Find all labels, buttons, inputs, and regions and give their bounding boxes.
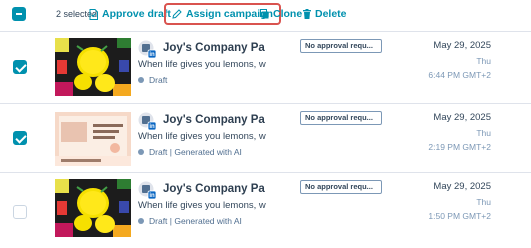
post-status: Draft [138, 75, 167, 85]
approval-status-badge: No approval requ... [300, 111, 382, 125]
post-status: Draft | Generated with AI [138, 216, 242, 226]
svg-text:in: in [149, 124, 155, 130]
table-row[interactable]: in Joy's Company Page When life gives yo… [0, 31, 531, 99]
publish-weekday: Thu [476, 197, 491, 207]
row-checkbox[interactable] [13, 60, 27, 74]
approval-status-badge: No approval requ... [300, 39, 382, 53]
post-thumbnail-lemons[interactable] [55, 179, 131, 237]
status-label: Draft [149, 75, 168, 85]
clone-icon [260, 9, 269, 19]
svg-text:in: in [149, 52, 155, 58]
publish-time: 1:50 PM GMT+2 [428, 211, 491, 221]
linkedin-avatar-icon: in [138, 112, 156, 130]
linkedin-avatar-icon: in [138, 181, 156, 199]
bulk-actions-toolbar: 2 selected Approve draft Assign campaign… [0, 0, 531, 30]
status-dot-icon [138, 77, 144, 83]
status-label: Draft | Generated with AI [149, 216, 242, 226]
linkedin-avatar-icon: in [138, 40, 156, 58]
table-row[interactable]: in Joy's Company Page When life gives yo… [0, 172, 531, 240]
publish-date: May 29, 2025 [433, 40, 491, 51]
trash-icon [303, 9, 311, 19]
post-status: Draft | Generated with AI [138, 147, 242, 157]
publish-time: 2:19 PM GMT+2 [428, 142, 491, 152]
row-checkbox[interactable] [13, 131, 27, 145]
post-text: When life gives you lemons, wh [138, 131, 266, 142]
page-name[interactable]: Joy's Company Page [163, 114, 265, 126]
status-dot-icon [138, 149, 144, 155]
publish-weekday: Thu [476, 128, 491, 138]
page-name[interactable]: Joy's Company Page [163, 42, 265, 54]
status-label: Draft | Generated with AI [149, 147, 242, 157]
approve-draft-label: Approve draft [102, 8, 171, 20]
delete-button[interactable]: Delete [303, 4, 347, 24]
svg-text:in: in [149, 193, 155, 199]
publish-time: 6:44 PM GMT+2 [428, 70, 491, 80]
post-text: When life gives you lemons, wh [138, 200, 266, 211]
publish-date: May 29, 2025 [433, 112, 491, 123]
row-checkbox[interactable] [13, 205, 27, 219]
publish-date: May 29, 2025 [433, 181, 491, 192]
post-thumbnail-lemons[interactable] [55, 38, 131, 96]
post-thumbnail-slide[interactable] [55, 112, 131, 166]
clone-button[interactable]: Clone [260, 4, 302, 24]
pencil-icon [172, 9, 182, 19]
clone-label: Clone [273, 8, 303, 20]
approve-draft-button[interactable]: Approve draft [89, 4, 171, 24]
delete-label: Delete [315, 8, 347, 20]
document-icon [89, 8, 98, 20]
select-all-checkbox[interactable] [12, 7, 26, 21]
approval-status-badge: No approval requ... [300, 180, 382, 194]
post-text: When life gives you lemons, wh [138, 59, 266, 70]
table-row[interactable]: in Joy's Company Page When life gives yo… [0, 103, 531, 171]
page-name[interactable]: Joy's Company Page [163, 183, 265, 195]
publish-weekday: Thu [476, 56, 491, 66]
status-dot-icon [138, 218, 144, 224]
